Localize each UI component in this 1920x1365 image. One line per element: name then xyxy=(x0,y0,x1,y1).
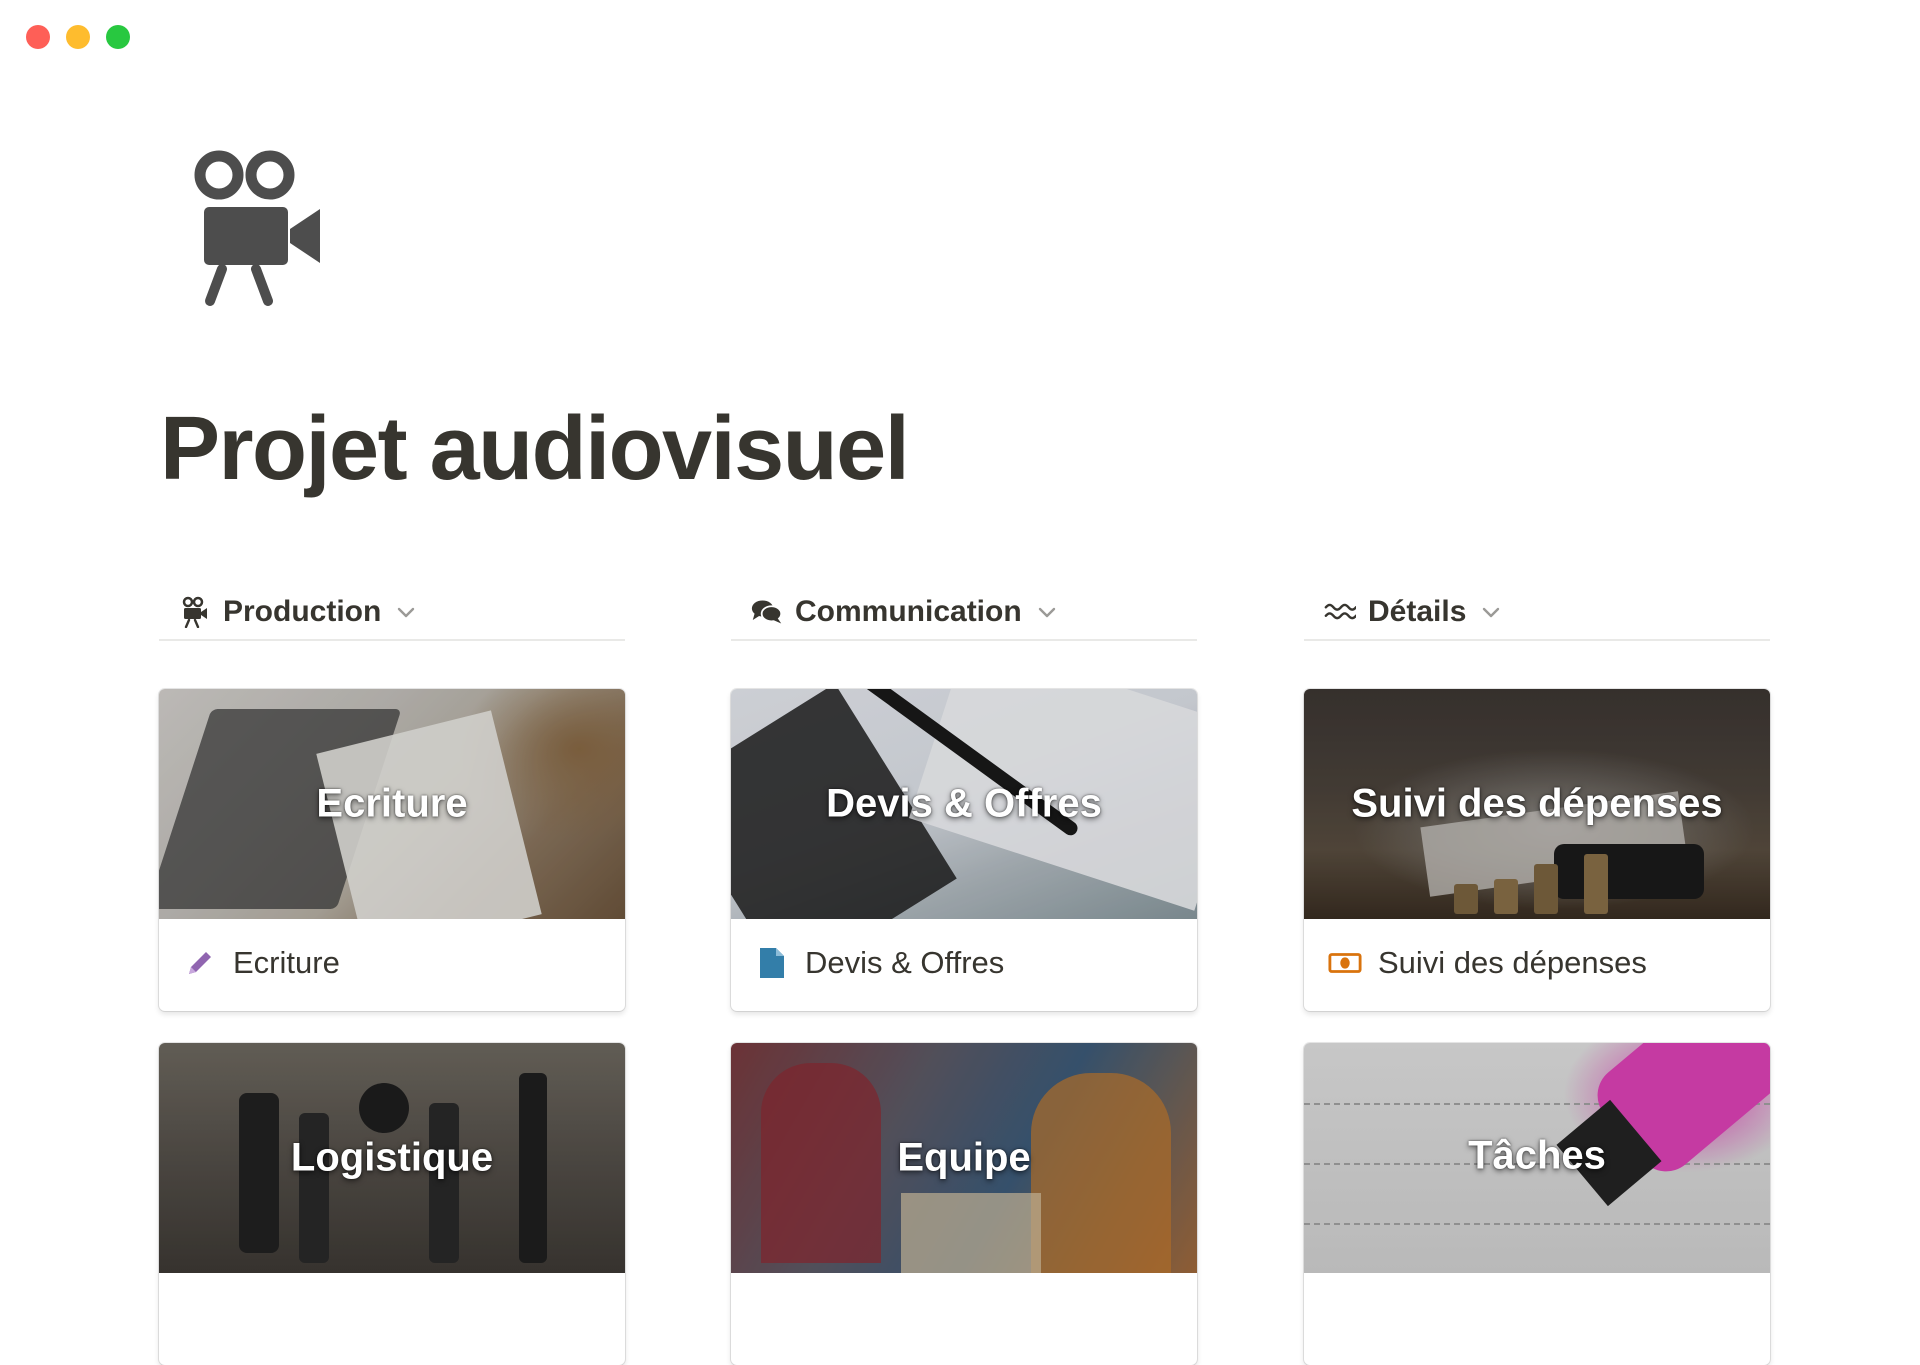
column-communication: Communication Devis & Offres Devis & Off… xyxy=(731,585,1197,1365)
card-title-text: Devis & Offres xyxy=(805,945,1005,980)
movie-camera-icon[interactable] xyxy=(186,145,336,310)
chevron-down-icon xyxy=(1036,601,1058,623)
column-details: Détails Suivi des dépenses Suivi des dép… xyxy=(1304,585,1770,1365)
card-cover-title: Ecriture xyxy=(316,781,468,826)
section-toggle-details[interactable]: Détails xyxy=(1304,585,1770,641)
section-title: Détails xyxy=(1368,595,1467,628)
speech-bubbles-icon xyxy=(751,596,783,628)
chevron-down-icon xyxy=(1480,601,1502,623)
section-title: Communication xyxy=(795,595,1022,628)
card-suivi-depenses[interactable]: Suivi des dépenses Suivi des dépenses xyxy=(1304,689,1770,1011)
card-cover-title: Logistique xyxy=(290,1135,494,1180)
zoom-window-button[interactable] xyxy=(106,25,130,49)
card-ecriture[interactable]: Ecriture Ecriture xyxy=(159,689,625,1011)
card-cover-image: Logistique xyxy=(159,1043,625,1273)
card-cover-image: Ecriture xyxy=(159,689,625,919)
column-production: Production Ecriture Ecriture Logistique xyxy=(159,585,625,1365)
section-toggle-production[interactable]: Production xyxy=(159,585,625,641)
window-controls xyxy=(26,25,130,49)
pencil-icon xyxy=(183,946,217,980)
card-title: Suivi des dépenses xyxy=(1304,919,1770,1007)
card-title: Devis & Offres xyxy=(731,919,1197,1007)
card-cover-title: Equipe xyxy=(897,1135,1031,1180)
chevron-down-icon xyxy=(395,601,417,623)
banknote-icon xyxy=(1328,946,1362,980)
card-cover-title: Tâches xyxy=(1468,1133,1606,1178)
minimize-window-button[interactable] xyxy=(66,25,90,49)
card-cover-image: Tâches xyxy=(1304,1043,1770,1273)
card-devis-offres[interactable]: Devis & Offres Devis & Offres xyxy=(731,689,1197,1011)
section-title: Production xyxy=(223,595,382,628)
card-cover-image: Suivi des dépenses xyxy=(1304,689,1770,919)
close-window-button[interactable] xyxy=(26,25,50,49)
wave-lines-icon xyxy=(1324,596,1356,628)
movie-camera-icon xyxy=(179,596,211,628)
card-cover-title: Devis & Offres xyxy=(826,781,1102,826)
card-cover-title: Suivi des dépenses xyxy=(1351,781,1723,826)
card-cover-image: Devis & Offres xyxy=(731,689,1197,919)
card-title: Ecriture xyxy=(159,919,625,1007)
card-cover-image: Equipe xyxy=(731,1043,1197,1273)
card-taches[interactable]: Tâches xyxy=(1304,1043,1770,1365)
section-toggle-communication[interactable]: Communication xyxy=(731,585,1197,641)
page-title[interactable]: Projet audiovisuel xyxy=(160,400,910,499)
card-logistique[interactable]: Logistique xyxy=(159,1043,625,1365)
card-title-text: Suivi des dépenses xyxy=(1378,945,1647,980)
card-equipe[interactable]: Equipe xyxy=(731,1043,1197,1365)
document-icon xyxy=(755,946,789,980)
card-title-text: Ecriture xyxy=(233,945,340,980)
